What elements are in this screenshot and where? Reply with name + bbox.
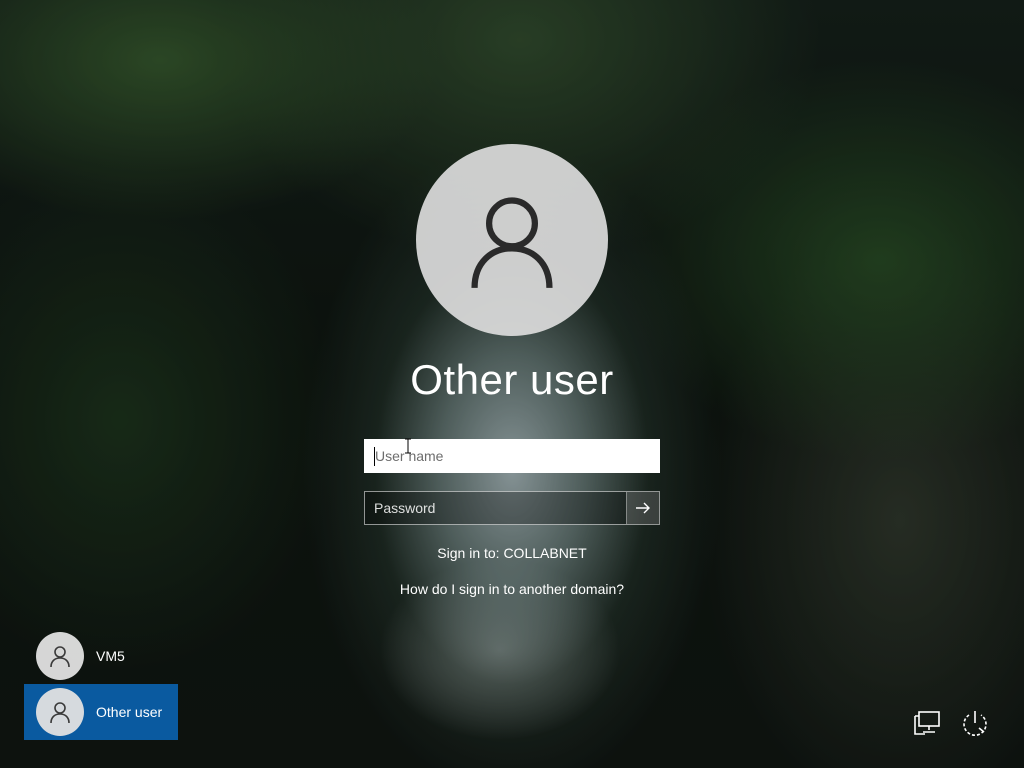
power-icon [963, 711, 987, 736]
domain-help-link[interactable]: How do I sign in to another domain? [312, 581, 712, 597]
user-avatar-icon [50, 702, 70, 724]
sign-in-domain-text: Sign in to: COLLABNET [437, 545, 587, 561]
submit-button[interactable] [626, 492, 659, 524]
user-avatar-small [36, 688, 84, 736]
user-avatar-icon [471, 197, 553, 289]
user-list: VM5 Other user [24, 628, 184, 740]
lock-screen: Other user Sign in to: COLLABNET How do … [0, 0, 1024, 768]
current-user-title: Other user [410, 356, 614, 403]
user-item-other-user[interactable]: Other user [24, 684, 178, 740]
password-input[interactable] [365, 492, 626, 524]
user-avatar-icon [50, 646, 70, 668]
user-item-label: Other user [96, 704, 163, 720]
password-field-group [364, 491, 660, 525]
network-button[interactable] [911, 706, 945, 740]
arrow-right-icon [636, 502, 650, 514]
text-cursor-icon [405, 438, 411, 454]
power-button[interactable] [958, 706, 992, 740]
user-item-label: VM5 [96, 648, 125, 664]
user-item-vm5[interactable]: VM5 [24, 628, 178, 684]
network-icon [914, 711, 940, 735]
user-avatar-small [36, 632, 84, 680]
text-caret [374, 447, 375, 466]
user-avatar [416, 144, 608, 336]
